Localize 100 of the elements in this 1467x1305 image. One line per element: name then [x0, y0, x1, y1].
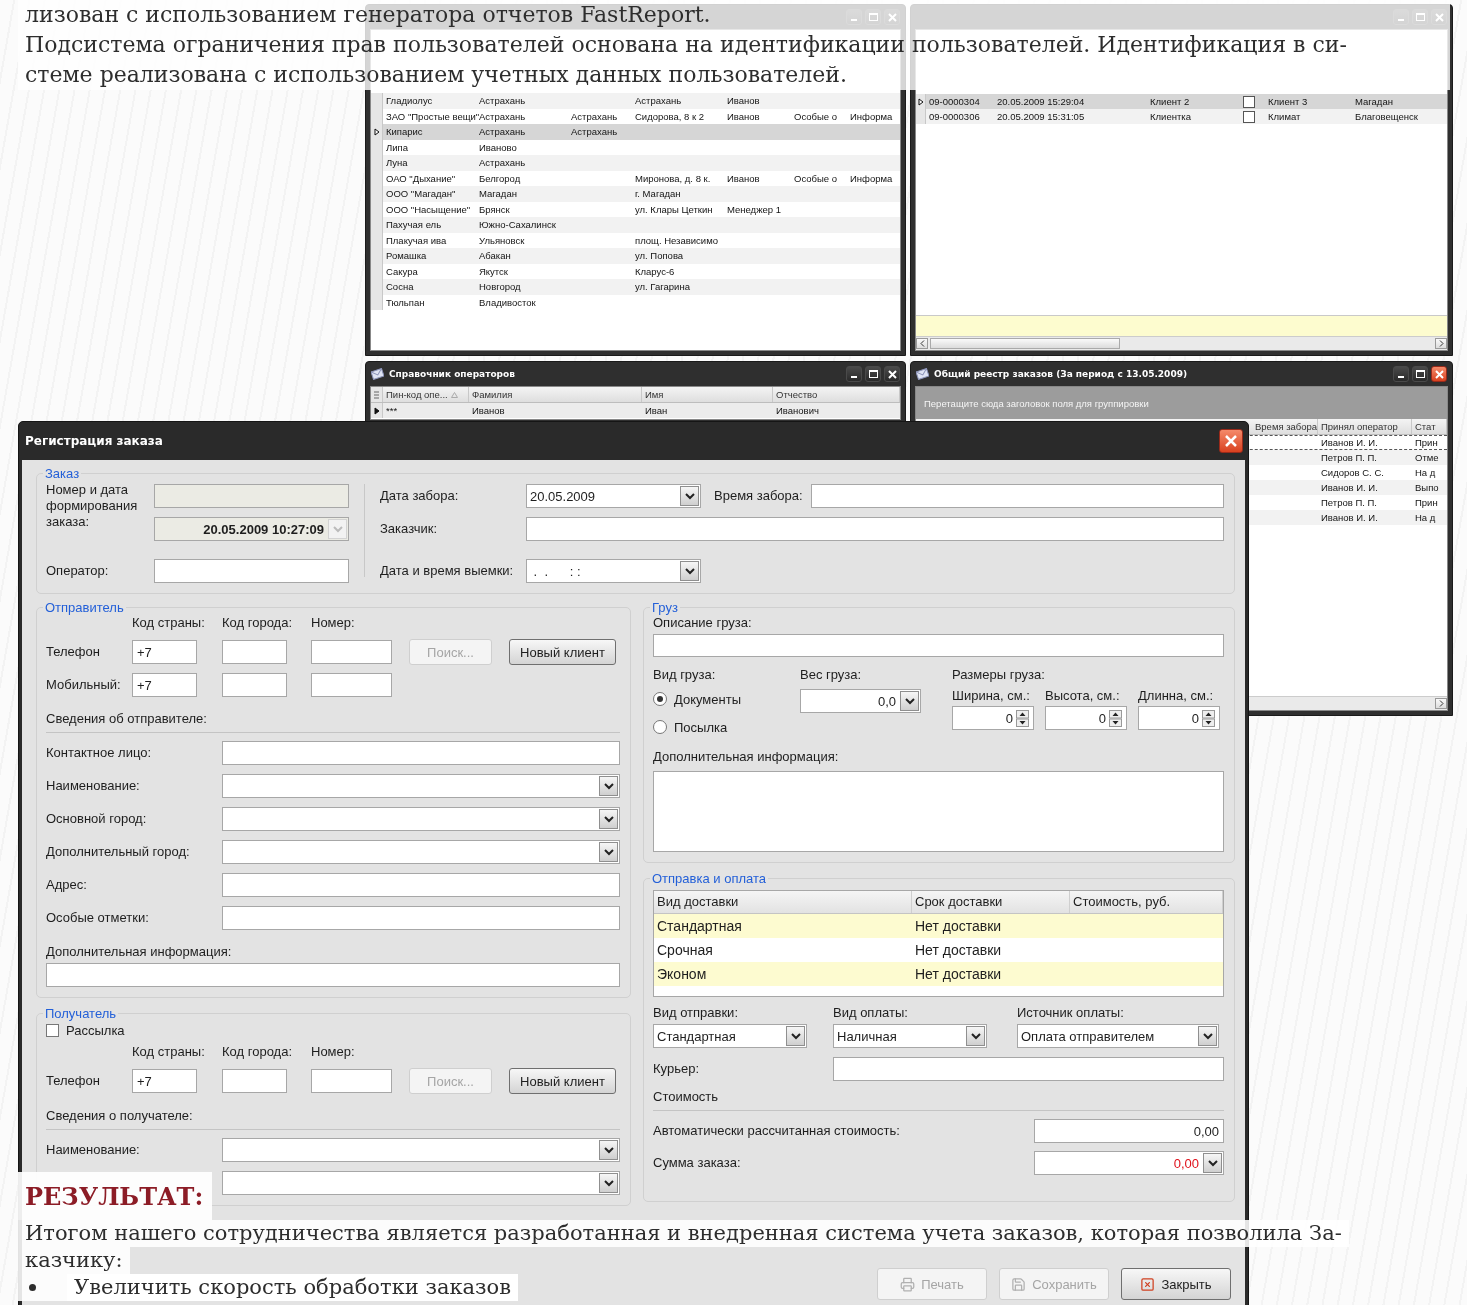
- column-header[interactable]: Имя: [642, 387, 773, 402]
- sort-arrow-icon: [450, 391, 458, 398]
- horizontal-scrollbar[interactable]: [916, 336, 1447, 350]
- maximize-icon: [868, 370, 878, 378]
- checkbox[interactable]: [46, 1024, 59, 1037]
- table-cell-text: Менеджер 1: [726, 203, 782, 215]
- input-field[interactable]: 0,00: [1034, 1119, 1224, 1143]
- text-area[interactable]: [653, 771, 1224, 852]
- field-label: Дополнительная информация:: [46, 944, 232, 959]
- input-field[interactable]: [222, 873, 620, 897]
- input-field[interactable]: [311, 1069, 392, 1093]
- dropdown-field[interactable]: [222, 774, 620, 798]
- table-cell-text: Магадан: [478, 188, 518, 200]
- input-field[interactable]: +7: [132, 673, 197, 697]
- datetime-field[interactable]: . . : :: [526, 559, 701, 583]
- table-cell-text: Иваново: [478, 141, 518, 153]
- date-field[interactable]: 20.05.2009: [526, 484, 701, 508]
- dropdown-field[interactable]: [222, 840, 620, 864]
- column-header[interactable]: Пин-код опе...: [383, 387, 469, 402]
- dropdown-field[interactable]: [222, 1171, 620, 1195]
- window-title: Справочник операторов: [389, 369, 516, 379]
- field-label: Время забора:: [713, 487, 804, 505]
- table-cell-text: Иванов: [726, 172, 761, 184]
- table-cell-text: Белгород: [478, 172, 522, 184]
- dropdown-field[interactable]: [222, 807, 620, 831]
- checkbox-label: Рассылка: [66, 1023, 125, 1038]
- column-header[interactable]: Вид доставки: [654, 891, 912, 913]
- close-button[interactable]: [884, 366, 900, 382]
- datetime-field[interactable]: 20.05.2009 10:27:09: [154, 517, 349, 541]
- radio-button[interactable]: [653, 720, 667, 734]
- table-cell-text: Сидорова, 8 к 2: [634, 110, 706, 122]
- dropdown-field[interactable]: Оплата отправителем: [1017, 1024, 1219, 1048]
- input-field[interactable]: [222, 741, 620, 765]
- input-field[interactable]: [653, 634, 1224, 657]
- table-cell-text: Брянск: [478, 203, 511, 215]
- close-button[interactable]: Закрыть: [1121, 1268, 1231, 1300]
- field-label: Высота, см.:: [1045, 688, 1121, 704]
- table-row[interactable]: Эконом Нет доставки: [654, 962, 1223, 986]
- field-label: Дополнительная информация:: [653, 749, 840, 765]
- group-hint: Перетащите сюда заголовок поля для группировки: [924, 397, 1149, 409]
- table-cell-text: Абакан: [478, 250, 512, 262]
- column-header[interactable]: Фамилия: [469, 387, 642, 402]
- input-field[interactable]: [311, 673, 392, 697]
- table-cell-text: Сидоров С. С.: [1320, 467, 1385, 478]
- input-field[interactable]: [154, 559, 349, 583]
- column-label: Код города:: [222, 1044, 293, 1060]
- field-label: Дата и время выемки:: [380, 562, 515, 580]
- input-field[interactable]: [222, 673, 287, 697]
- close-button[interactable]: [1219, 429, 1243, 453]
- input-field[interactable]: [833, 1057, 1224, 1081]
- table-cell-text: Астрахань: [478, 157, 527, 169]
- spinner-field[interactable]: 0: [1138, 706, 1220, 730]
- window-title: Регистрация заказа: [25, 434, 163, 448]
- dropdown-field[interactable]: [222, 1138, 620, 1162]
- column-header[interactable]: Срок доставки: [912, 891, 1070, 913]
- checkbox[interactable]: [1243, 95, 1255, 108]
- field-label: Описание груза:: [653, 615, 753, 631]
- field-label: Адрес:: [46, 876, 88, 894]
- chevron-left-icon: [919, 340, 925, 347]
- new-client-button[interactable]: Новый клиент: [509, 639, 616, 665]
- field-label: Дата забора:: [380, 487, 460, 505]
- input-field[interactable]: [154, 484, 349, 508]
- input-field[interactable]: [222, 906, 620, 930]
- input-field[interactable]: [311, 640, 392, 664]
- input-field[interactable]: +7: [132, 1069, 197, 1093]
- input-field[interactable]: [526, 517, 1224, 541]
- input-field[interactable]: +7: [132, 640, 197, 664]
- field-label: Наименование:: [46, 777, 141, 795]
- spinner-field[interactable]: 0: [1045, 706, 1127, 730]
- table-cell-text: Тюльпан: [385, 296, 426, 308]
- dropdown-field[interactable]: Наличная: [833, 1024, 987, 1048]
- field-label: Источник оплаты:: [1017, 1005, 1125, 1021]
- spinner-field[interactable]: 0: [952, 706, 1034, 730]
- minimize-button[interactable]: [846, 366, 862, 382]
- input-field[interactable]: [222, 1069, 287, 1093]
- input-field[interactable]: [222, 640, 287, 664]
- dropdown-field[interactable]: Стандартная: [653, 1024, 807, 1048]
- column-header[interactable]: Время забора: [1252, 419, 1318, 434]
- input-field[interactable]: [46, 963, 620, 987]
- table-cell-text: Прин: [1414, 437, 1439, 448]
- close-button[interactable]: [1431, 366, 1447, 382]
- table-row[interactable]: Стандартная Нет доставки: [654, 914, 1223, 938]
- table-cell-text: На д: [1414, 467, 1437, 478]
- minimize-button[interactable]: [1393, 366, 1409, 382]
- input-field[interactable]: [810, 484, 1224, 508]
- radio-button[interactable]: [653, 692, 667, 706]
- column-header[interactable]: Стоимость, руб.: [1070, 891, 1223, 913]
- column-header[interactable]: Отчество: [773, 387, 900, 402]
- new-client-button[interactable]: Новый клиент: [509, 1068, 616, 1094]
- maximize-button[interactable]: [865, 366, 881, 382]
- number-field[interactable]: 0,00: [1034, 1151, 1224, 1175]
- table-cell-text: Иванов И. И.: [1320, 512, 1379, 523]
- table-cell-text: Иванов: [471, 405, 506, 416]
- checkbox[interactable]: [1243, 110, 1255, 123]
- number-field[interactable]: 0,0: [800, 689, 921, 713]
- column-header[interactable]: Стат: [1412, 419, 1447, 434]
- column-header[interactable]: Принял оператор: [1318, 419, 1412, 434]
- chevron-down-icon: [904, 697, 915, 705]
- maximize-button[interactable]: [1412, 366, 1428, 382]
- field-label: Курьер:: [653, 1060, 700, 1078]
